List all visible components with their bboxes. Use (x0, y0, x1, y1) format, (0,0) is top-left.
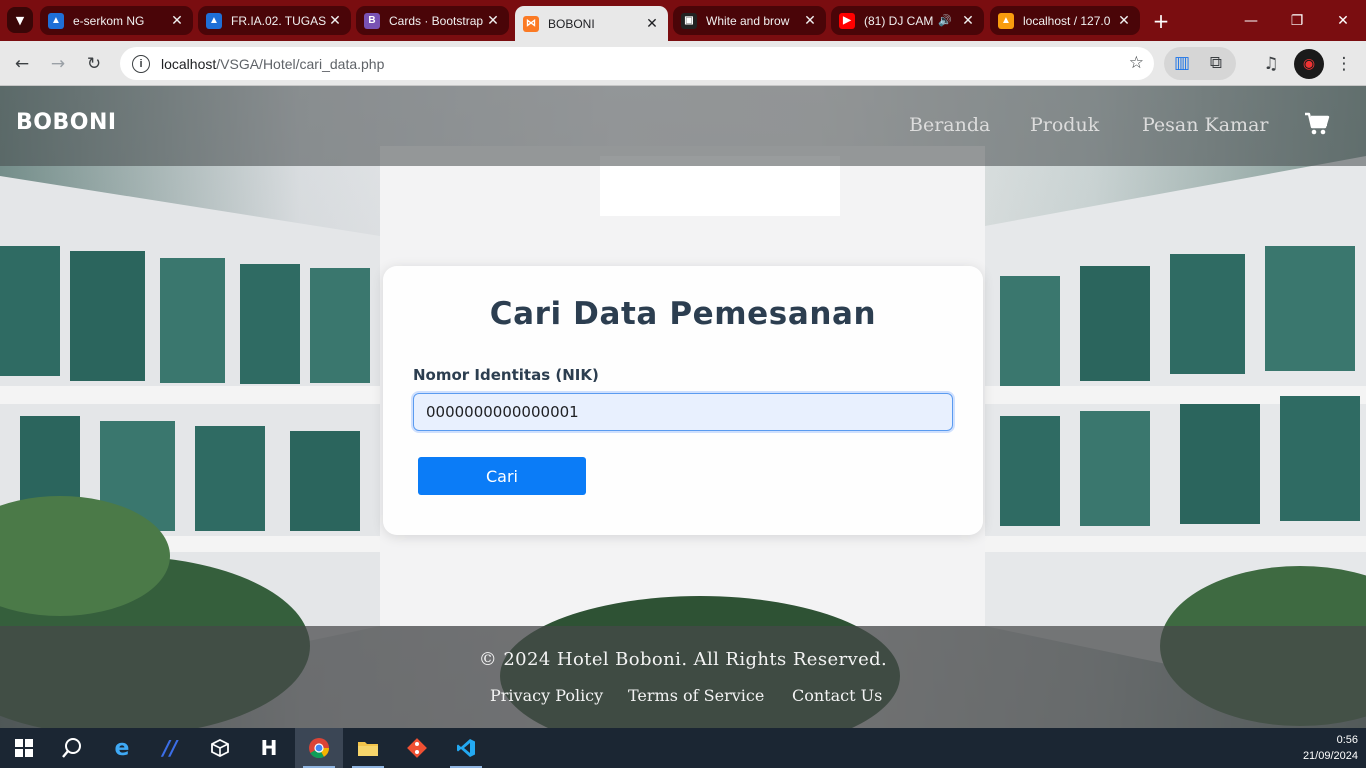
tab-search-button[interactable]: ▼ (7, 7, 33, 33)
footer-link-terms[interactable]: Terms of Service (628, 686, 764, 705)
chrome-glyph-icon (309, 738, 330, 759)
close-icon[interactable]: ✕ (169, 12, 185, 29)
nav-link-produk[interactable]: Produk (1030, 114, 1099, 136)
browser-tab[interactable]: ▣ White and brow ✕ (673, 6, 826, 35)
windows-taskbar: e // H 0:56 21/09/2024 (0, 728, 1366, 768)
herd-icon[interactable]: H (245, 728, 293, 768)
web-page-icon: ▣ (681, 12, 697, 29)
minimize-icon: — (1244, 12, 1258, 29)
tab-title: White and brow (706, 13, 790, 28)
vscode-icon[interactable] (442, 728, 490, 768)
browser-tab[interactable]: B Cards · Bootstrap ✕ (356, 6, 509, 35)
taskbar-search-button[interactable] (48, 728, 96, 768)
triangle-logo-icon: ▲ (48, 12, 64, 29)
address-bar[interactable]: i localhost/VSGA/Hotel/cari_data.php ☆ (120, 47, 1154, 80)
nav-link-beranda[interactable]: Beranda (909, 114, 990, 136)
browser-toolbar: ← → ↻ i localhost/VSGA/Hotel/cari_data.p… (0, 41, 1366, 86)
tab-title: Cards · Bootstrap (389, 13, 484, 28)
browser-tab[interactable]: ▲ localhost / 127.0 ✕ (990, 6, 1140, 35)
restore-icon: ❐ (1290, 12, 1304, 29)
browser-tab-strip: ▼ ▲ e-serkom NG ✕ ▲ FR.IA.02. TUGAS ✕ B … (0, 0, 1366, 41)
site-footer: © 2024 Hotel Boboni. All Rights Reserved… (0, 626, 1366, 728)
git-icon[interactable] (393, 728, 441, 768)
unity-glyph-icon (211, 739, 229, 757)
chrome-icon[interactable] (295, 728, 343, 768)
page-title: Cari Data Pemesanan (489, 296, 877, 332)
tab-title: FR.IA.02. TUGAS (231, 13, 327, 28)
xampp-logo-icon: ⋈ (523, 15, 539, 32)
vscode-glyph-icon (457, 739, 475, 757)
reload-icon: ↻ (86, 54, 102, 74)
nik-label: Nomor Identitas (NIK) (413, 366, 599, 384)
close-window-button[interactable]: ✕ (1320, 0, 1366, 41)
system-clock[interactable]: 0:56 21/09/2024 (1303, 732, 1358, 764)
new-tab-button[interactable]: + (1148, 8, 1174, 34)
plus-icon: + (1152, 9, 1170, 33)
tab-title: e-serkom NG (73, 13, 145, 28)
footer-copyright: © 2024 Hotel Boboni. All Rights Reserved… (478, 649, 888, 670)
url-host: localhost (161, 55, 217, 72)
site-navbar: BOBONI Beranda Produk Pesan Kamar (0, 86, 1366, 166)
browser-menu-icon[interactable]: ⋮ (1330, 50, 1358, 78)
reload-button[interactable]: ↻ (80, 50, 108, 78)
nik-input[interactable] (411, 391, 955, 433)
footer-link-contact[interactable]: Contact Us (792, 686, 882, 705)
arrow-right-icon: → (50, 54, 66, 74)
browser-tab[interactable]: ▲ FR.IA.02. TUGAS ✕ (198, 6, 351, 35)
unity-icon[interactable] (196, 728, 244, 768)
page-viewport: BOBONI Beranda Produk Pesan Kamar Cari D… (0, 86, 1366, 728)
chevron-down-icon: ▼ (15, 13, 25, 27)
search-card: Cari Data Pemesanan Nomor Identitas (NIK… (383, 266, 983, 535)
visual-studio-icon[interactable]: // (146, 728, 194, 768)
internet-explorer-icon[interactable]: e (98, 728, 146, 768)
clock-date: 21/09/2024 (1302, 750, 1358, 762)
back-button[interactable]: ← (8, 50, 36, 78)
close-icon[interactable]: ✕ (802, 12, 818, 29)
bookmark-star-icon[interactable]: ☆ (1129, 53, 1144, 73)
close-icon: ✕ (1337, 12, 1349, 29)
youtube-logo-icon: ▶ (839, 12, 855, 29)
search-icon (62, 738, 81, 758)
close-icon[interactable]: ✕ (1116, 12, 1132, 29)
google-translate-icon[interactable]: ▥ (1168, 49, 1196, 77)
cart-icon[interactable] (1304, 112, 1330, 136)
close-icon[interactable]: ✕ (327, 12, 343, 29)
close-icon[interactable]: ✕ (644, 15, 660, 32)
browser-tab[interactable]: ▲ e-serkom NG ✕ (40, 6, 193, 35)
clock-time: 0:56 (1336, 734, 1358, 746)
extensions-puzzle-icon[interactable]: ⧉ (1202, 49, 1230, 77)
forward-button[interactable]: → (44, 50, 72, 78)
tab-title: BOBONI (548, 16, 595, 31)
folder-icon (358, 742, 378, 756)
phpmyadmin-logo-icon: ▲ (998, 12, 1014, 29)
bootstrap-logo-icon: B (364, 12, 380, 29)
media-control-icon[interactable]: ♫ (1257, 50, 1285, 78)
git-glyph-icon (407, 738, 427, 758)
footer-link-privacy[interactable]: Privacy Policy (490, 686, 603, 705)
start-button[interactable] (0, 728, 48, 768)
close-icon[interactable]: ✕ (960, 12, 976, 29)
nav-link-pesan-kamar[interactable]: Pesan Kamar (1142, 114, 1268, 136)
site-info-icon[interactable]: i (132, 54, 150, 73)
triangle-logo-icon: ▲ (206, 12, 222, 29)
browser-tab-active[interactable]: ⋈ BOBONI ✕ (515, 6, 668, 41)
avatar: ◉ (1302, 56, 1316, 72)
tab-title: (81) DJ CAM (864, 13, 934, 28)
extensions-group: ▥ ⧉ (1164, 47, 1236, 80)
speaker-icon[interactable]: 🔊 (938, 14, 952, 27)
restore-button[interactable]: ❐ (1274, 0, 1320, 41)
arrow-left-icon: ← (14, 54, 30, 74)
tab-title: localhost / 127.0 (1023, 13, 1111, 28)
windows-start-icon (15, 739, 33, 757)
close-icon[interactable]: ✕ (485, 12, 501, 29)
site-brand[interactable]: BOBONI (16, 110, 117, 135)
browser-tab[interactable]: ▶ (81) DJ CAM 🔊 ✕ (831, 6, 984, 35)
url-path: /VSGA/Hotel/cari_data.php (216, 55, 385, 72)
profile-avatar[interactable]: ◉ (1294, 49, 1324, 79)
cari-button[interactable]: Cari (418, 457, 586, 495)
minimize-button[interactable]: — (1228, 0, 1274, 41)
file-explorer-icon[interactable] (344, 728, 392, 768)
